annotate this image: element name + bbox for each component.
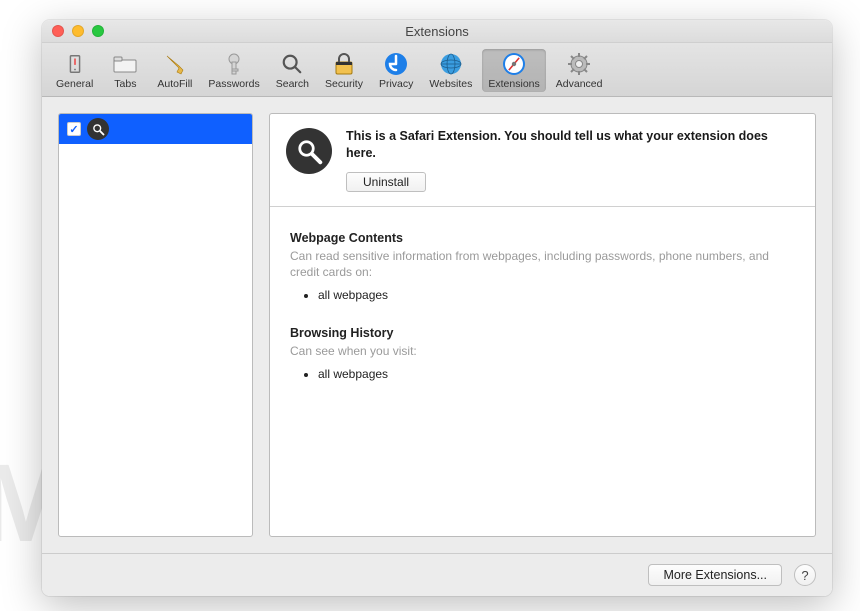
extension-description: This is a Safari Extension. You should t… bbox=[346, 128, 799, 162]
window-title: Extensions bbox=[42, 24, 832, 39]
permission-title: Webpage Contents bbox=[290, 231, 795, 245]
preferences-window: Extensions General Tabs AutoFill Passw bbox=[42, 20, 832, 596]
tab-label: Security bbox=[325, 78, 363, 90]
uninstall-button[interactable]: Uninstall bbox=[346, 172, 426, 192]
tab-label: Privacy bbox=[379, 78, 413, 90]
tab-label: AutoFill bbox=[157, 78, 192, 90]
permission-webpage-contents: Webpage Contents Can read sensitive info… bbox=[270, 207, 815, 320]
general-icon bbox=[60, 51, 90, 77]
extensions-icon bbox=[499, 51, 529, 77]
permission-item: all webpages bbox=[318, 367, 795, 381]
tab-autofill[interactable]: AutoFill bbox=[151, 49, 198, 92]
tab-extensions[interactable]: Extensions bbox=[482, 49, 545, 92]
advanced-icon bbox=[564, 51, 594, 77]
extension-details-panel: This is a Safari Extension. You should t… bbox=[269, 113, 816, 537]
tab-advanced[interactable]: Advanced bbox=[550, 49, 609, 92]
extension-header: This is a Safari Extension. You should t… bbox=[270, 114, 815, 207]
tab-label: Extensions bbox=[488, 78, 539, 90]
tab-security[interactable]: Security bbox=[319, 49, 369, 92]
search-icon bbox=[277, 51, 307, 77]
permission-list: all webpages bbox=[290, 367, 795, 381]
more-extensions-button[interactable]: More Extensions... bbox=[648, 564, 782, 586]
permission-subtitle: Can see when you visit: bbox=[290, 343, 795, 359]
tab-label: General bbox=[56, 78, 93, 90]
window-titlebar: Extensions bbox=[42, 20, 832, 43]
extension-enable-checkbox[interactable]: ✓ bbox=[67, 122, 81, 136]
tab-label: Passwords bbox=[208, 78, 259, 90]
privacy-icon bbox=[381, 51, 411, 77]
permission-title: Browsing History bbox=[290, 326, 795, 340]
preferences-toolbar: General Tabs AutoFill Passwords Search bbox=[42, 43, 832, 97]
tab-search[interactable]: Search bbox=[270, 49, 315, 92]
tab-tabs[interactable]: Tabs bbox=[103, 49, 147, 92]
extension-large-icon bbox=[286, 128, 332, 174]
window-footer: More Extensions... ? bbox=[42, 553, 832, 596]
permission-list: all webpages bbox=[290, 288, 795, 302]
tab-general[interactable]: General bbox=[50, 49, 99, 92]
security-icon bbox=[329, 51, 359, 77]
permission-subtitle: Can read sensitive information from webp… bbox=[290, 248, 795, 280]
help-button[interactable]: ? bbox=[794, 564, 816, 586]
tab-privacy[interactable]: Privacy bbox=[373, 49, 419, 92]
permission-browsing-history: Browsing History Can see when you visit:… bbox=[270, 320, 815, 399]
autofill-icon bbox=[160, 51, 190, 77]
extensions-sidebar: ✓ bbox=[58, 113, 253, 537]
permission-item: all webpages bbox=[318, 288, 795, 302]
tab-label: Tabs bbox=[114, 78, 136, 90]
content-area: ✓ This is a Safari Extension. You should… bbox=[42, 97, 832, 553]
tabs-icon bbox=[110, 51, 140, 77]
tab-passwords[interactable]: Passwords bbox=[202, 49, 265, 92]
extension-search-icon bbox=[87, 118, 109, 140]
websites-icon bbox=[436, 51, 466, 77]
tab-label: Websites bbox=[429, 78, 472, 90]
tab-websites[interactable]: Websites bbox=[423, 49, 478, 92]
tab-label: Advanced bbox=[556, 78, 603, 90]
extension-header-text: This is a Safari Extension. You should t… bbox=[346, 128, 799, 192]
passwords-icon bbox=[219, 51, 249, 77]
extension-list-item[interactable]: ✓ bbox=[59, 114, 252, 144]
tab-label: Search bbox=[276, 78, 309, 90]
